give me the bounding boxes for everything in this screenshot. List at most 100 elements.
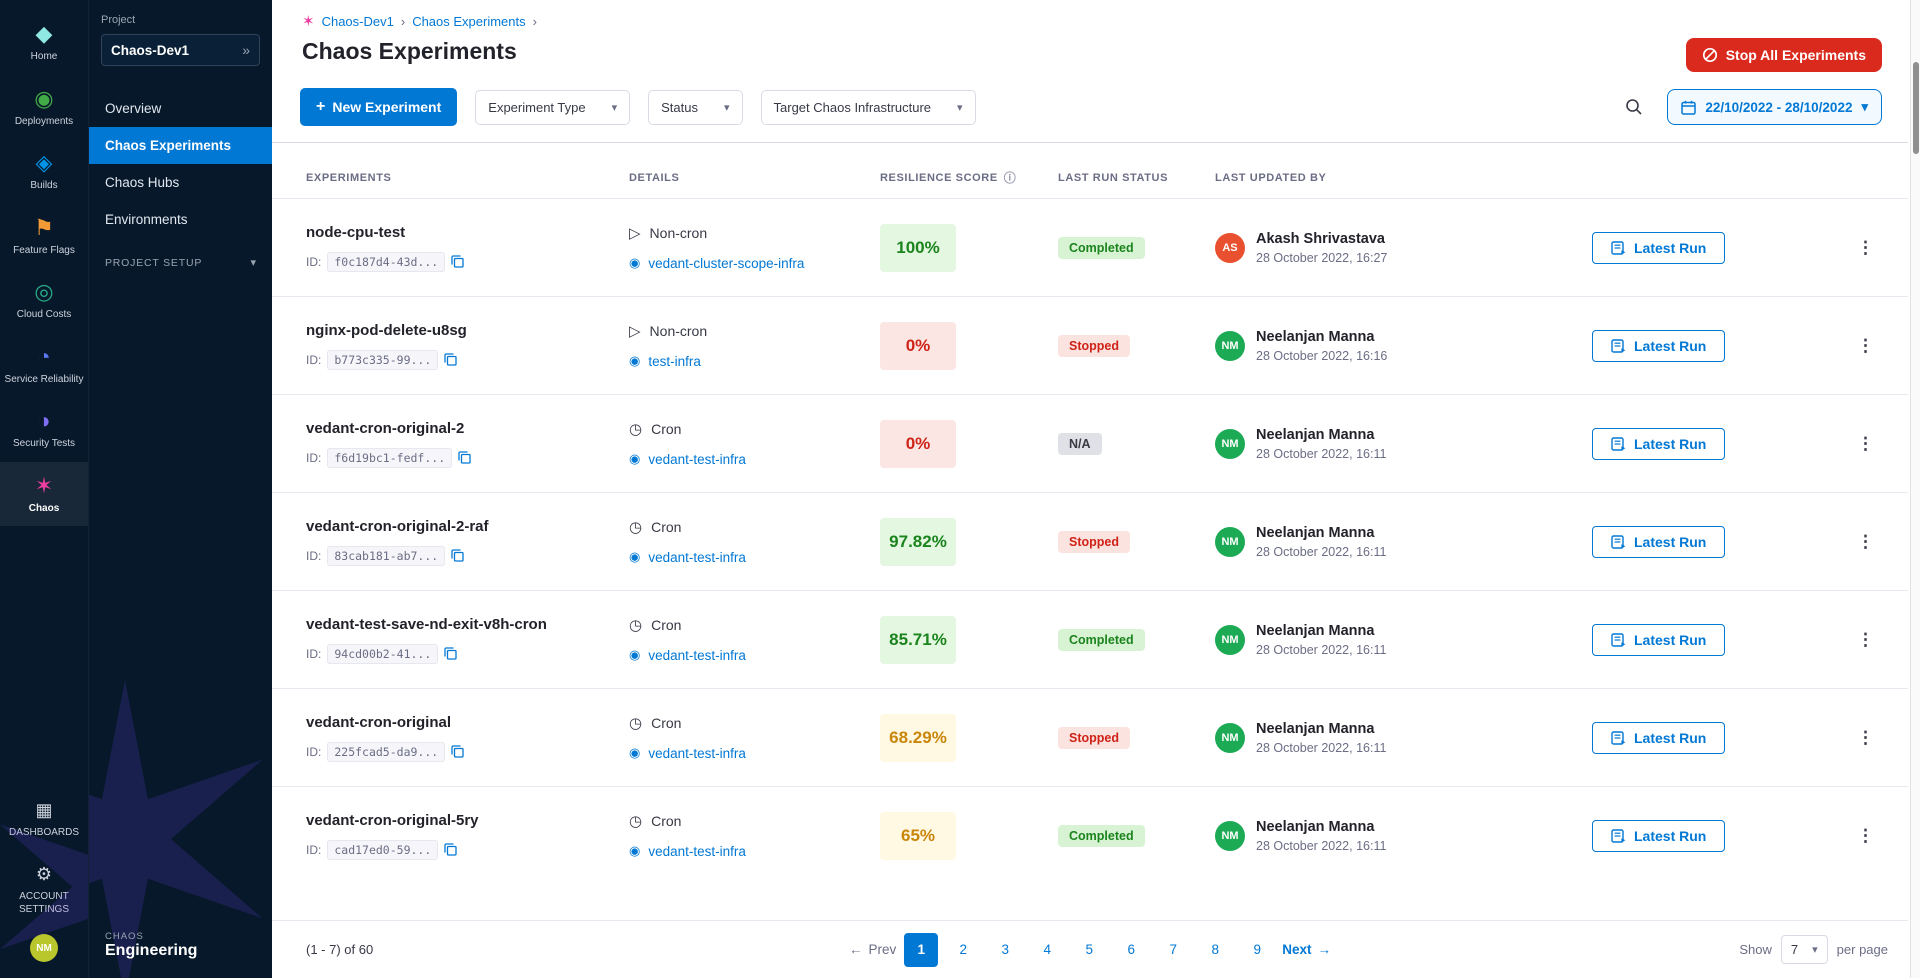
infrastructure-link[interactable]: vedant-test-infra [648,844,746,859]
score-cell: 68.29% [880,714,1058,762]
project-selector[interactable]: Chaos-Dev1 » [101,34,260,66]
user-name: Akash Shrivastava [1256,231,1387,247]
latest-run-button[interactable]: Latest Run [1592,330,1725,362]
status-badge: Completed [1058,237,1145,259]
date-range-picker[interactable]: 22/10/2022 - 28/10/2022 ▾ [1667,89,1882,125]
search-button[interactable] [1619,92,1649,122]
resilience-score-value: 85.71% [880,616,956,664]
nav-item-chaos-experiments[interactable]: Chaos Experiments [89,127,272,164]
infrastructure-link[interactable]: vedant-test-infra [648,746,746,761]
sidebar-item-cloud-costs[interactable]: Cloud Costs [0,268,88,333]
sidebar-item-security-tests[interactable]: Security Tests [0,397,88,462]
copy-icon[interactable] [444,353,457,366]
prev-page-button[interactable]: ← Prev [849,942,896,957]
status-cell: Stopped [1058,335,1215,357]
infrastructure-link[interactable]: vedant-test-infra [648,648,746,663]
row-menu-cell: ⋮ [1802,528,1882,556]
kebab-menu-icon[interactable]: ⋮ [1849,430,1882,458]
module-footer-title: Engineering [105,942,256,960]
nav-item-environments[interactable]: Environments [89,201,272,238]
details-cell: Cron ◉ vedant-test-infra [629,420,880,467]
scrollbar-thumb[interactable] [1913,62,1919,154]
breadcrumb-project-link[interactable]: Chaos-Dev1 [322,14,394,29]
copy-icon[interactable] [444,647,457,660]
experiment-name[interactable]: vedant-cron-original-2-raf [306,518,629,535]
run-history-icon [1611,437,1626,451]
experiment-type-filter[interactable]: Experiment Type ▾ [475,90,630,125]
project-setup-label: PROJECT SETUP [105,257,202,269]
sidebar-item-feature-flags[interactable]: Feature Flags [0,204,88,269]
kebab-menu-icon[interactable]: ⋮ [1849,528,1882,556]
project-setup-toggle[interactable]: PROJECT SETUP ▾ [89,238,272,287]
infrastructure-link[interactable]: test-infra [648,354,701,369]
sidebar-item-dashboards[interactable]: DASHBOARDS [7,793,81,844]
page-size-select[interactable]: 7 ▾ [1781,935,1828,964]
latest-run-button[interactable]: Latest Run [1592,624,1725,656]
nav-item-overview[interactable]: Overview [89,90,272,127]
nav-item-chaos-hubs[interactable]: Chaos Hubs [89,164,272,201]
sidebar-item-account-settings[interactable]: ACCOUNT SETTINGS [2,857,86,920]
kebab-menu-icon[interactable]: ⋮ [1849,822,1882,850]
kebab-menu-icon[interactable]: ⋮ [1849,234,1882,262]
page-number-button[interactable]: 6 [1114,933,1148,967]
experiment-name[interactable]: vedant-test-save-nd-exit-v8h-cron [306,616,629,633]
breadcrumb: ✶ Chaos-Dev1 › Chaos Experiments › [302,12,1882,30]
experiment-name[interactable]: vedant-cron-original-5ry [306,812,629,829]
page-size-control: Show 7 ▾ per page [1739,935,1888,964]
infrastructure-link[interactable]: vedant-test-infra [648,452,746,467]
page-number-button[interactable]: 4 [1030,933,1064,967]
copy-icon[interactable] [451,255,464,268]
score-cell: 100% [880,224,1058,272]
latest-run-button[interactable]: Latest Run [1592,526,1725,558]
infrastructure-link[interactable]: vedant-cluster-scope-infra [648,256,804,271]
infrastructure-link[interactable]: vedant-test-infra [648,550,746,565]
column-label: DETAILS [629,172,679,184]
experiment-name[interactable]: node-cpu-test [306,224,629,241]
latest-run-button[interactable]: Latest Run [1592,428,1725,460]
action-cell: Latest Run [1592,722,1802,754]
user-avatar[interactable]: NM [30,934,58,962]
page-number-button[interactable]: 5 [1072,933,1106,967]
latest-run-button[interactable]: Latest Run [1592,722,1725,754]
latest-run-button[interactable]: Latest Run [1592,820,1725,852]
info-icon[interactable]: ⓘ [1004,169,1017,186]
sidebar-item-service-reliability[interactable]: Service Reliability [0,333,88,398]
page-number-button[interactable]: 1 [904,933,938,967]
copy-icon[interactable] [451,549,464,562]
experiment-name[interactable]: nginx-pod-delete-u8sg [306,322,629,339]
kebab-menu-icon[interactable]: ⋮ [1849,626,1882,654]
double-chevron-right-icon[interactable]: » [242,42,250,58]
page-number-button[interactable]: 9 [1240,933,1274,967]
stop-all-experiments-button[interactable]: Stop All Experiments [1686,38,1882,72]
next-page-button[interactable]: Next → [1282,942,1331,957]
page-number-button[interactable]: 7 [1156,933,1190,967]
search-icon [1625,98,1643,116]
sidebar-item-builds[interactable]: Builds [0,139,88,204]
status-badge: Stopped [1058,727,1130,749]
experiment-id-value: 94cd00b2-41... [327,644,438,664]
kebab-menu-icon[interactable]: ⋮ [1849,332,1882,360]
latest-run-button[interactable]: Latest Run [1592,232,1725,264]
column-label: RESILIENCE SCORE [880,172,998,184]
copy-icon[interactable] [451,745,464,758]
run-history-icon [1611,535,1626,549]
experiment-type-label: Cron [651,715,681,731]
breadcrumb-page-link[interactable]: Chaos Experiments [412,14,525,29]
page-number-button[interactable]: 2 [946,933,980,967]
sidebar-item-home[interactable]: Home [0,10,88,75]
sidebar-item-chaos[interactable]: Chaos [0,462,88,527]
sidebar-item-deployments[interactable]: Deployments [0,75,88,140]
experiment-name[interactable]: vedant-cron-original-2 [306,420,629,437]
page-number-button[interactable]: 3 [988,933,1022,967]
copy-icon[interactable] [458,451,471,464]
page-number-button[interactable]: 8 [1198,933,1232,967]
target-infrastructure-filter[interactable]: Target Chaos Infrastructure ▾ [761,90,976,125]
status-filter[interactable]: Status ▾ [648,90,742,125]
module-list: Home Deployments Builds Feature Flags Cl… [0,0,88,526]
new-experiment-button[interactable]: + New Experiment [300,88,457,126]
vertical-scrollbar[interactable] [1910,0,1920,978]
experiment-name[interactable]: vedant-cron-original [306,714,629,731]
copy-icon[interactable] [444,843,457,856]
user-name: Neelanjan Manna [1256,819,1386,835]
kebab-menu-icon[interactable]: ⋮ [1849,724,1882,752]
